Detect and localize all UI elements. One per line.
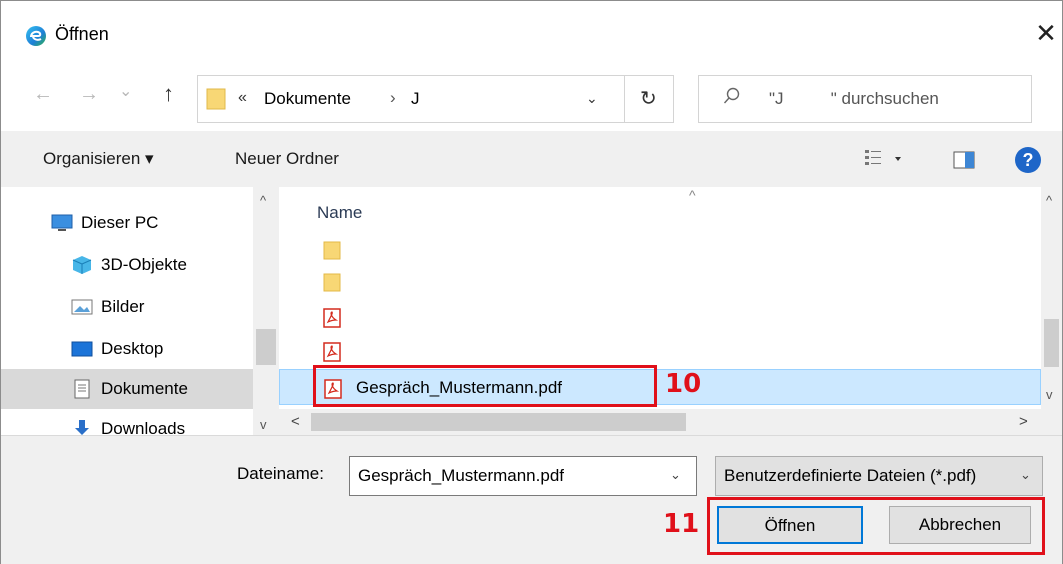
address-overflow-icon[interactable]: « [238, 89, 247, 107]
edge-icon [26, 26, 46, 46]
file-row[interactable] [279, 299, 1041, 335]
title-bar: Öffnen ✕ [1, 1, 1062, 69]
filename-label: Dateiname: [237, 464, 324, 483]
scrollbar-thumb[interactable] [311, 413, 686, 431]
pictures-icon [71, 299, 93, 315]
sidebar-item-3d-objekte[interactable]: 3D-Objekte [1, 245, 253, 285]
search-placeholder: "J " durchsuchen [769, 89, 939, 108]
scrollbar-thumb[interactable] [1044, 319, 1059, 367]
folder-icon [323, 241, 341, 260]
sidebar-item-label: Dokumente [101, 379, 188, 398]
window-title: Öffnen [55, 24, 109, 44]
scroll-down-icon[interactable]: v [260, 417, 267, 432]
view-options-icon[interactable] [863, 147, 909, 171]
desktop-icon [71, 341, 93, 357]
organize-button[interactable]: Organisieren ▾ [43, 149, 154, 169]
sidebar-item-bilder[interactable]: Bilder [1, 287, 253, 327]
scroll-right-icon[interactable]: > [1019, 413, 1028, 430]
file-row[interactable] [279, 231, 1041, 267]
filetype-select[interactable]: Benutzerdefinierte Dateien (*.pdf) ⌄ [715, 456, 1043, 496]
folder-icon [206, 88, 226, 110]
chevron-down-icon[interactable]: ⌄ [1020, 467, 1031, 483]
navigation-pane: Dieser PC 3D-Objekte Bilder Desktop Doku… [1, 187, 279, 435]
navigation-scrollbar[interactable]: ^ v [253, 187, 279, 435]
scroll-down-icon[interactable]: v [1046, 387, 1053, 402]
documents-icon [74, 379, 90, 399]
sidebar-item-label: 3D-Objekte [101, 255, 187, 274]
filetype-value: Benutzerdefinierte Dateien (*.pdf) [724, 466, 977, 485]
chevron-down-icon[interactable]: ⌄ [670, 467, 681, 483]
annotation-number-10: 10 [665, 369, 702, 399]
search-icon [723, 87, 740, 104]
column-header-name[interactable]: Name [317, 203, 362, 223]
annotation-number-11: 11 [663, 509, 700, 539]
file-row[interactable] [279, 333, 1041, 369]
file-list-horizontal-scrollbar[interactable]: < > [279, 409, 1041, 435]
pdf-icon [323, 342, 341, 362]
cube-icon [72, 256, 92, 274]
help-icon[interactable]: ? [1015, 147, 1041, 173]
sidebar-item-label: Bilder [101, 297, 145, 316]
folder-icon [323, 273, 341, 292]
open-file-dialog: Öffnen ✕ ← → ⌄ ↑ « Dokumente › J ⌄ ↻ "J … [0, 0, 1063, 564]
download-icon [75, 420, 89, 435]
sidebar-item-downloads[interactable]: Downloads [1, 409, 253, 435]
scroll-up-icon[interactable]: ^ [260, 193, 266, 208]
close-icon: ✕ [1035, 18, 1057, 48]
monitor-icon [51, 214, 73, 231]
scrollbar-thumb[interactable] [256, 329, 276, 365]
sidebar-item-label: Dieser PC [81, 213, 159, 232]
sort-ascending-icon: ^ [689, 187, 696, 203]
navigation-bar: ← → ⌄ ↑ « Dokumente › J ⌄ ↻ "J " durchsu… [1, 69, 1062, 131]
sidebar-item-dieser-pc[interactable]: Dieser PC [1, 203, 253, 243]
forward-arrow-icon[interactable]: → [79, 83, 99, 106]
address-bar[interactable]: « Dokumente › J ⌄ ↻ [197, 75, 674, 123]
new-folder-button[interactable]: Neuer Ordner [235, 149, 339, 169]
chevron-down-icon[interactable]: ⌄ [586, 90, 598, 107]
file-list-vertical-scrollbar[interactable]: ^ v [1041, 187, 1062, 435]
file-row[interactable] [279, 263, 1041, 299]
pdf-icon [323, 308, 341, 328]
sidebar-item-label: Desktop [101, 339, 164, 358]
annotation-box-step-11 [707, 497, 1045, 555]
back-arrow-icon[interactable]: ← [33, 83, 53, 106]
filename-field[interactable] [358, 466, 654, 486]
recent-locations-icon[interactable]: ⌄ [119, 81, 132, 101]
breadcrumb-separator-icon[interactable]: › [390, 88, 396, 108]
refresh-icon[interactable]: ↻ [640, 86, 657, 111]
scroll-left-icon[interactable]: < [291, 413, 300, 430]
sidebar-item-label: Downloads [101, 419, 186, 435]
preview-pane-icon[interactable] [953, 151, 975, 169]
breadcrumb-dokumente[interactable]: Dokumente [264, 89, 351, 109]
filename-combobox[interactable]: ⌄ [349, 456, 697, 496]
sidebar-item-desktop[interactable]: Desktop [1, 329, 253, 369]
command-toolbar: Organisieren ▾ Neuer Ordner ? [1, 131, 1062, 187]
up-arrow-icon[interactable]: ↑ [163, 81, 174, 107]
sidebar-item-dokumente[interactable]: Dokumente [1, 369, 253, 409]
scroll-up-icon[interactable]: ^ [1046, 193, 1052, 208]
annotation-box-step-10 [313, 365, 657, 407]
search-box[interactable]: "J " durchsuchen [698, 75, 1032, 123]
close-button[interactable]: ✕ [1031, 15, 1061, 51]
address-divider [624, 76, 625, 122]
breadcrumb-current[interactable]: J [411, 89, 420, 109]
